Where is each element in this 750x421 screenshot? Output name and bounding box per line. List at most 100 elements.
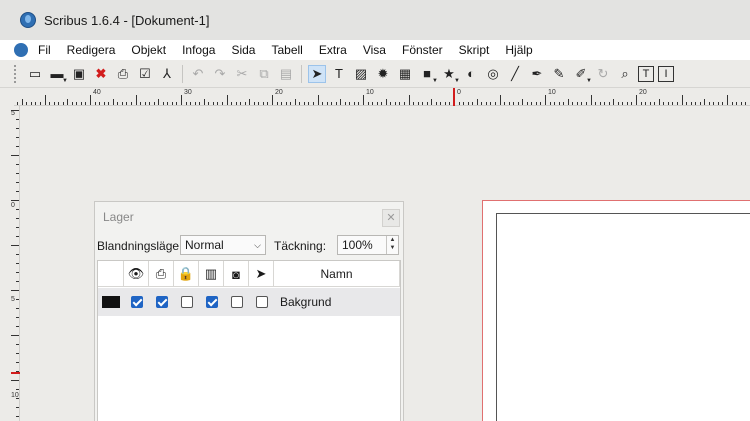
visible-eye-icon[interactable]: 👁	[124, 261, 149, 287]
image-frame-icon[interactable]: ▨	[352, 65, 370, 83]
text-flow-icon[interactable]: ▥	[199, 261, 224, 287]
redo-icon[interactable]: ↷	[211, 65, 229, 83]
ruler-label: 30	[184, 89, 192, 96]
app-menu-icon[interactable]	[14, 43, 28, 57]
bezier-pen-icon[interactable]: ✒	[528, 65, 546, 83]
layer-name[interactable]: Bakgrund	[280, 295, 331, 309]
flow-checkbox[interactable]	[205, 296, 218, 308]
ruler-tick	[11, 200, 19, 201]
undo-icon[interactable]: ↶	[189, 65, 207, 83]
arc-icon[interactable]: ◐	[462, 65, 480, 83]
story-editor-icon[interactable]: I	[658, 65, 674, 82]
ruler-tick	[581, 102, 583, 105]
blend-mode-select[interactable]: Normal ⌵	[180, 235, 266, 255]
ruler-tick	[44, 95, 46, 105]
menu-item-sida[interactable]: Sida	[231, 43, 255, 57]
polygon-star-icon[interactable]: ★ ▼	[440, 65, 460, 84]
layer-color-swatch[interactable]	[102, 296, 120, 308]
ruler-tick	[221, 102, 223, 105]
render-frame-icon[interactable]: ✹	[374, 65, 392, 83]
dropdown-arrow-icon[interactable]: ▼	[432, 78, 438, 84]
outline-checkbox[interactable]	[230, 296, 243, 308]
spiral-icon[interactable]: ◎	[484, 65, 502, 83]
table-row[interactable]: Bakgrund	[98, 288, 400, 316]
ruler-tick	[426, 102, 428, 105]
line-icon[interactable]: ╱	[506, 65, 524, 83]
horizontal-ruler[interactable]: 40 30 20 10 0 10 20	[14, 88, 750, 106]
menu-item-skript[interactable]: Skript	[459, 43, 490, 57]
ruler-tick	[16, 236, 19, 237]
ruler-label: 0	[11, 202, 15, 209]
vertical-ruler[interactable]: 5 0 5 10	[0, 106, 20, 421]
name-column-header[interactable]: Namn	[274, 261, 400, 287]
edit-text-icon[interactable]: T	[638, 65, 654, 82]
ruler-tick	[631, 102, 633, 105]
rotate-icon[interactable]: ↻	[594, 65, 612, 83]
calligraphic-pen-icon[interactable]: ✐ ▼	[572, 65, 592, 84]
color-column-header[interactable]	[98, 261, 124, 287]
document-page[interactable]	[496, 213, 750, 421]
ruler-tick	[267, 102, 269, 105]
freehand-pencil-icon[interactable]: ✎	[550, 65, 568, 83]
ruler-tick	[440, 102, 442, 105]
dropdown-arrow-icon[interactable]: ▼	[586, 78, 592, 84]
printable-icon[interactable]: ⎙	[149, 261, 174, 287]
zoom-icon[interactable]: ⌕	[616, 65, 634, 83]
ruler-tick	[672, 102, 674, 105]
new-document-icon-glyph: ▭	[28, 65, 42, 81]
table-icon[interactable]: ▦	[396, 65, 414, 83]
ruler-tick	[312, 102, 314, 105]
export-pdf-icon[interactable]: ⅄	[158, 65, 176, 83]
open-folder-icon[interactable]: ▬ ▼	[48, 65, 69, 84]
copy-icon[interactable]: ⧉	[255, 65, 273, 83]
ruler-tick	[167, 102, 169, 105]
menu-item-objekt[interactable]: Objekt	[131, 43, 166, 57]
printable-checkbox[interactable]	[155, 296, 168, 308]
close-document-icon[interactable]: ✖	[92, 65, 110, 83]
ruler-tick	[11, 245, 19, 246]
visible-checkbox[interactable]	[130, 296, 143, 308]
selectable-checkbox[interactable]	[255, 296, 268, 308]
bezier-pen-icon-glyph: ✒	[531, 65, 543, 81]
ruler-tick	[545, 95, 546, 105]
shape-icon[interactable]: ■ ▼	[418, 65, 438, 84]
ruler-tick	[144, 102, 146, 105]
cut-icon[interactable]: ✂	[233, 65, 251, 83]
dropdown-arrow-icon[interactable]: ▼	[454, 78, 460, 84]
outline-mode-icon[interactable]: ◙	[224, 261, 249, 287]
close-icon[interactable]: ✕	[382, 209, 400, 227]
menu-item-fil[interactable]: Fil	[38, 43, 51, 57]
ruler-label: 10	[11, 392, 19, 399]
menu-item-extra[interactable]: Extra	[319, 43, 347, 57]
text-frame-icon[interactable]: T	[330, 65, 348, 83]
select-pointer-icon[interactable]: ➤	[308, 64, 326, 83]
ruler-tick	[16, 281, 19, 282]
opacity-spinbox[interactable]: 100% ▲ ▼	[337, 235, 399, 255]
menu-item-redigera[interactable]: Redigera	[67, 43, 116, 57]
paste-icon[interactable]: ▤	[277, 65, 295, 83]
ruler-tick	[499, 95, 501, 105]
locked-checkbox[interactable]	[180, 296, 193, 308]
ruler-tick	[99, 102, 101, 105]
ruler-tick	[16, 191, 19, 192]
new-document-icon[interactable]: ▭	[26, 65, 44, 83]
menu-item-infoga[interactable]: Infoga	[182, 43, 215, 57]
selectable-pointer-icon[interactable]: ➤	[249, 261, 274, 287]
menu-item-hjälp[interactable]: Hjälp	[505, 43, 532, 57]
ruler-tick	[71, 102, 73, 105]
ruler-tick	[444, 102, 446, 105]
menu-item-fönster[interactable]: Fönster	[402, 43, 443, 57]
dropdown-arrow-icon[interactable]: ▼	[62, 78, 68, 84]
save-icon[interactable]: ▣	[70, 65, 88, 83]
ruler-tick	[494, 102, 496, 105]
redo-icon-glyph: ↷	[214, 65, 226, 81]
spin-arrows-icon[interactable]: ▲ ▼	[386, 236, 398, 254]
toolbar-grip[interactable]	[14, 64, 18, 83]
lock-icon[interactable]: 🔒	[174, 261, 199, 287]
ruler-tick	[626, 102, 628, 105]
preflight-check-icon[interactable]: ☑	[136, 65, 154, 83]
menu-item-tabell[interactable]: Tabell	[271, 43, 302, 57]
outline-mode-icon-glyph: ◙	[232, 266, 240, 282]
menu-item-visa[interactable]: Visa	[363, 43, 386, 57]
print-icon[interactable]: ⎙	[114, 65, 132, 83]
